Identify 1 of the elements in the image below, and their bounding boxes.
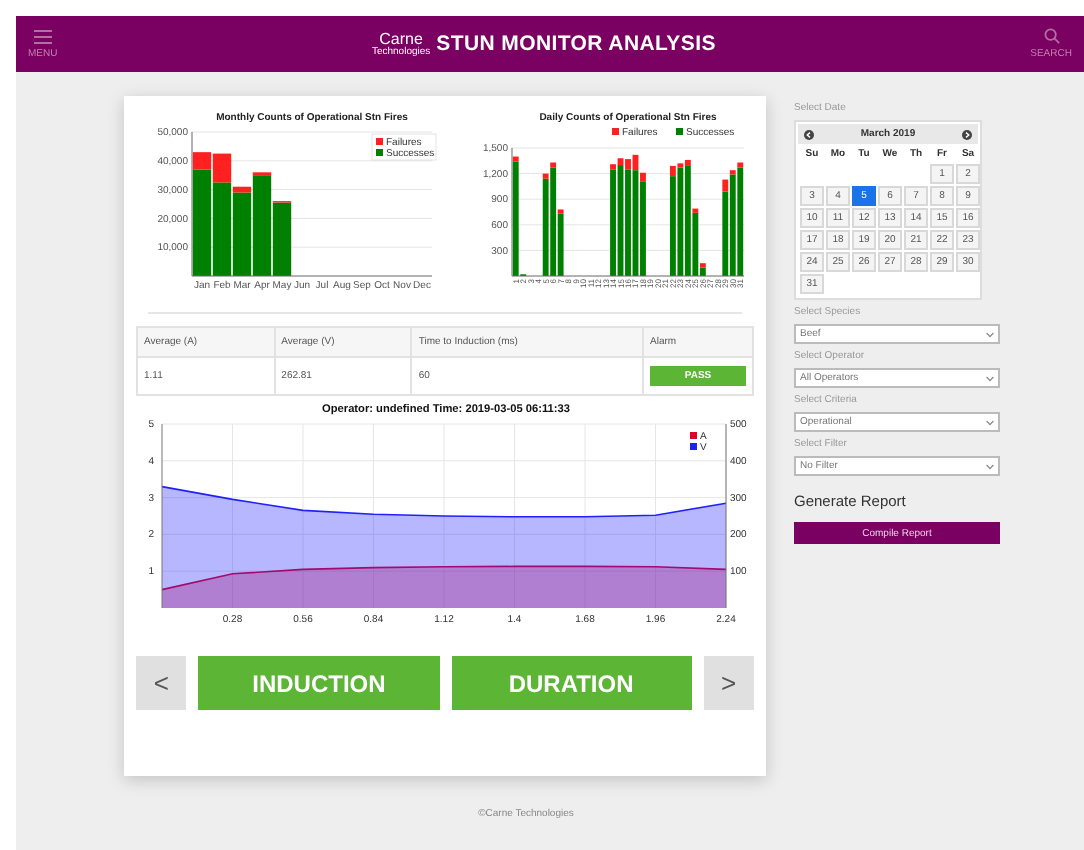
app-title: STUN MONITOR ANALYSIS: [436, 32, 716, 56]
